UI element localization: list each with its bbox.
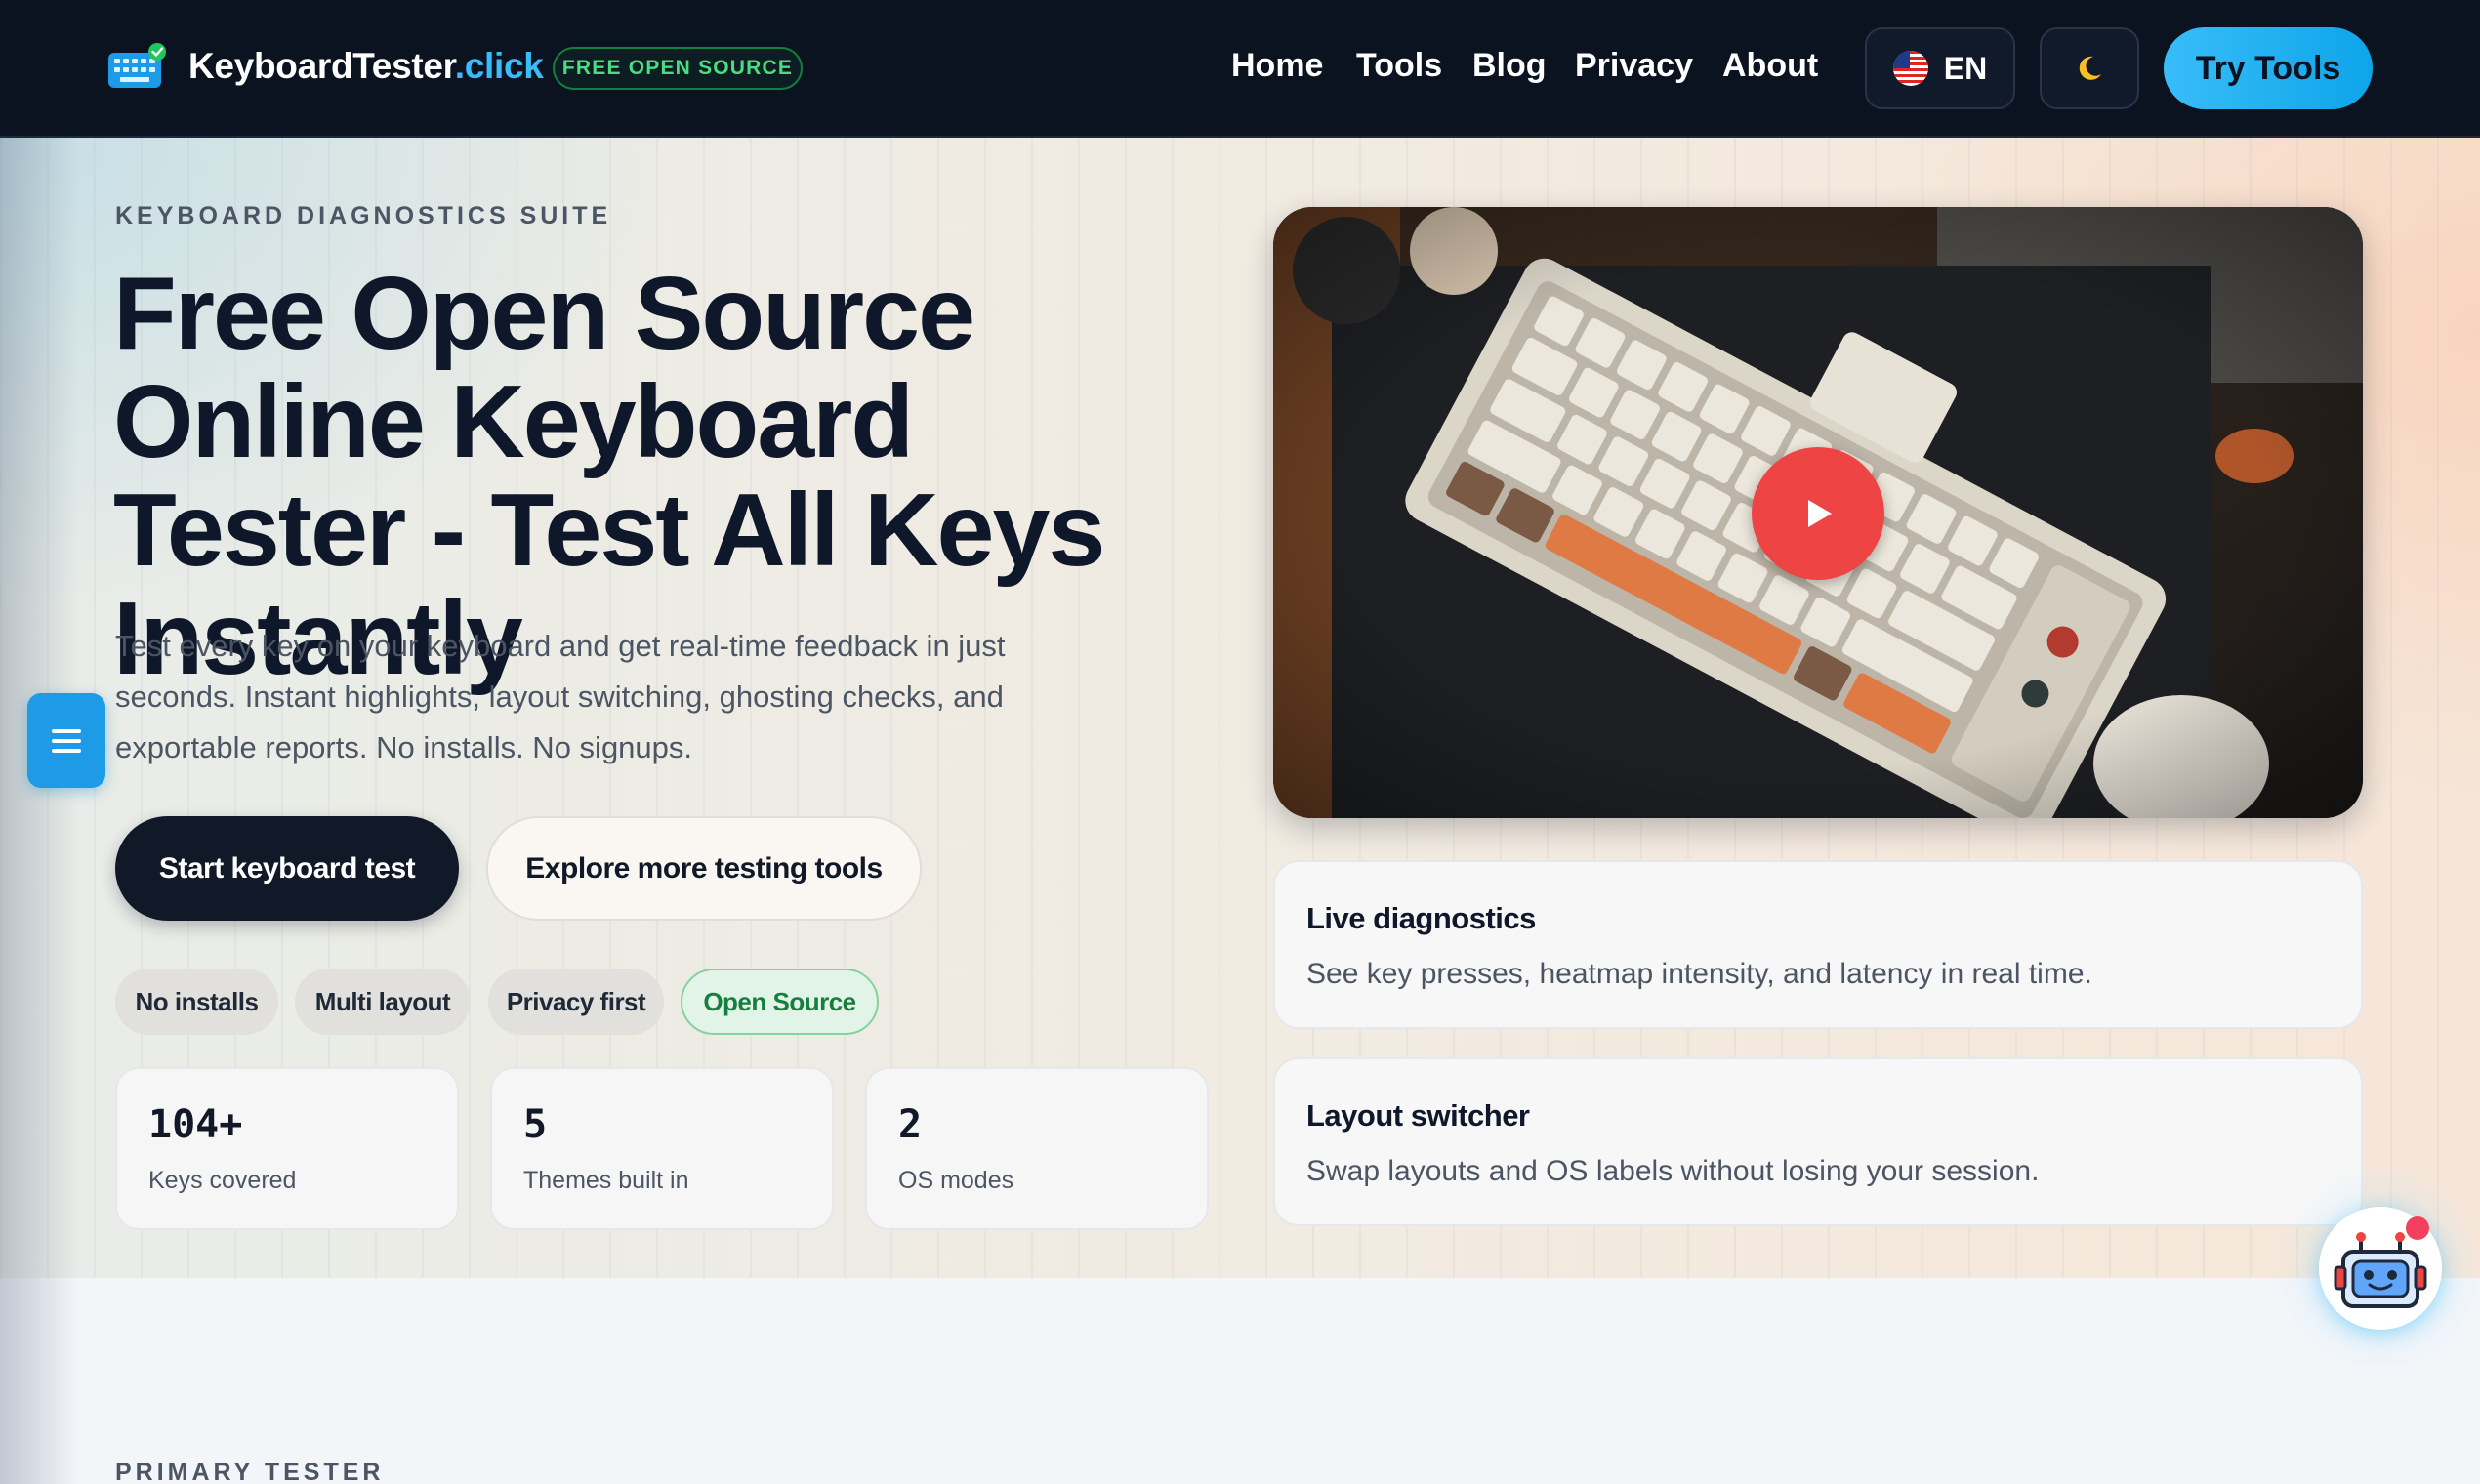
notification-dot <box>2406 1216 2429 1240</box>
hero-description: Test every key on your keyboard and get … <box>115 629 1006 764</box>
section-eyebrow: PRIMARY TESTER <box>115 1459 385 1484</box>
play-icon <box>1808 500 1832 527</box>
explore-tools-button[interactable]: Explore more testing tools <box>486 816 922 921</box>
hero-eyebrow: KEYBOARD DIAGNOSTICS SUITE <box>115 202 612 229</box>
feature-card-live-diagnostics: Live diagnostics See key presses, heatma… <box>1273 860 2363 1029</box>
chip-privacy-first: Privacy first <box>488 969 664 1035</box>
menu-icon <box>52 728 81 753</box>
brand-tld: .click <box>454 46 544 86</box>
theme-toggle-button[interactable] <box>2040 27 2139 109</box>
moon-icon <box>2079 56 2101 80</box>
stat-label: OS modes <box>898 1167 1014 1194</box>
brand-main: KeyboardTester <box>188 46 455 86</box>
chip-multi-layout: Multi layout <box>295 969 471 1035</box>
language-selector[interactable]: EN <box>1865 27 2015 109</box>
stat-card-themes: 5 Themes built in <box>490 1067 834 1230</box>
nav-tools[interactable]: Tools <box>1356 47 1442 85</box>
chip-open-source: Open Source <box>681 969 879 1035</box>
stat-card-os-modes: 2 OS modes <box>865 1067 1209 1230</box>
free-open-source-badge: FREE OPEN SOURCE <box>553 47 803 90</box>
lower-section <box>0 1278 2480 1484</box>
play-video-button[interactable] <box>1752 447 1884 580</box>
left-edge-shadow <box>0 138 78 1484</box>
nav-about[interactable]: About <box>1722 47 1818 85</box>
keyboard-logo-icon[interactable] <box>108 43 166 90</box>
nav-privacy[interactable]: Privacy <box>1575 47 1693 85</box>
stat-value: 104+ <box>148 1102 243 1147</box>
brand-name[interactable]: KeyboardTester.click <box>188 46 544 87</box>
feature-title: Layout switcher <box>1306 1098 1530 1133</box>
stat-label: Themes built in <box>523 1167 689 1194</box>
feature-card-layout-switcher: Layout switcher Swap layouts and OS labe… <box>1273 1057 2363 1226</box>
side-menu-toggle[interactable] <box>27 693 105 788</box>
feature-description: See key presses, heatmap intensity, and … <box>1306 958 2092 990</box>
stat-label: Keys covered <box>148 1167 297 1194</box>
us-flag-icon <box>1892 51 1928 86</box>
stat-value: 5 <box>523 1102 548 1147</box>
feature-title: Live diagnostics <box>1306 901 1536 935</box>
feature-description: Swap layouts and OS labels without losin… <box>1306 1155 2040 1187</box>
chip-no-installs: No installs <box>115 969 278 1035</box>
nav-home[interactable]: Home <box>1231 47 1323 85</box>
nav-blog[interactable]: Blog <box>1472 47 1547 85</box>
top-navigation-bar: KeyboardTester.click FREE OPEN SOURCE Ho… <box>0 0 2480 138</box>
start-keyboard-test-button[interactable]: Start keyboard test <box>115 816 459 921</box>
language-label: EN <box>1943 50 1988 86</box>
stat-value: 2 <box>898 1102 923 1147</box>
try-tools-button[interactable]: Try Tools <box>2164 27 2373 109</box>
stat-card-keys: 104+ Keys covered <box>115 1067 459 1230</box>
